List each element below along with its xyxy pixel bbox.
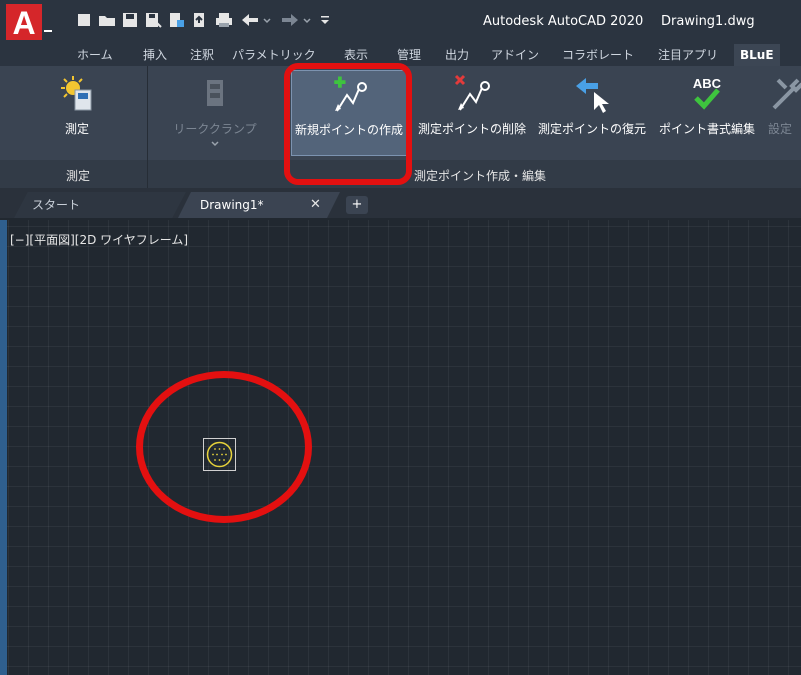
highlight-rectangle: [284, 63, 412, 185]
undo-icon[interactable]: [240, 12, 274, 28]
chevron-down-icon: [211, 141, 219, 147]
open-folder-icon[interactable]: [98, 12, 116, 28]
qat-menu-icon[interactable]: [318, 12, 332, 28]
panel-separator: [147, 66, 148, 188]
export-icon[interactable]: [167, 12, 185, 28]
leak-clamp-button-label: リーククランプ: [173, 122, 257, 136]
add-tab-icon[interactable]: +: [346, 196, 368, 214]
ribbon-tab-addins[interactable]: アドイン: [491, 44, 539, 66]
viewport-controls-label[interactable]: [−][平面図][2D ワイヤフレーム]: [10, 231, 188, 248]
settings-button[interactable]: 設定: [762, 70, 801, 156]
ribbon-tab-annotate[interactable]: 注釈: [190, 44, 214, 66]
ribbon-tab-featured[interactable]: 注目アプリ: [658, 44, 718, 66]
measure-button[interactable]: 測定: [40, 70, 114, 156]
delete-point-button[interactable]: 測定ポイントの削除: [414, 70, 530, 156]
ribbon-tab-output[interactable]: 出力: [445, 44, 469, 66]
point-format-edit-button-label: ポイント書式編集: [658, 122, 755, 136]
ribbon-tab-insert[interactable]: 挿入: [143, 44, 167, 66]
close-tab-icon[interactable]: ✕: [310, 197, 321, 212]
tools-icon: [772, 78, 801, 110]
delete-point-button-label: 測定ポイントの削除: [417, 122, 526, 136]
settings-button-label: 設定: [768, 122, 793, 136]
tab-start[interactable]: スタート: [14, 192, 186, 218]
restore-point-icon: [576, 78, 609, 113]
autocad-logo-icon[interactable]: A: [6, 4, 56, 40]
redo-icon[interactable]: [280, 12, 314, 28]
title-bar: A Autodesk AutoCAD 2020 Drawing1.dwg: [0, 0, 801, 44]
ribbon-tab-home[interactable]: ホーム: [77, 44, 113, 66]
panel-title-point-edit: 測定ポイント作成・編集: [414, 169, 547, 183]
measure-button-label: 測定: [64, 122, 89, 136]
file-name: Drawing1.dwg: [661, 14, 755, 29]
abc-check-icon: ABC: [693, 76, 722, 110]
print-icon[interactable]: [215, 12, 233, 28]
svg-text:A: A: [12, 5, 35, 40]
window-title: Autodesk AutoCAD 2020: [483, 14, 644, 29]
delete-point-icon: [454, 74, 490, 111]
leak-clamp-icon: [207, 80, 223, 106]
highlight-circle: [136, 371, 312, 523]
restore-point-button-label: 測定ポイントの復元: [537, 122, 646, 136]
panel-title-measure: 測定: [66, 169, 91, 183]
ribbon-tab-blue[interactable]: BLuE: [734, 44, 780, 66]
leak-clamp-button[interactable]: リーククランプ: [163, 70, 267, 156]
save-icon[interactable]: [121, 12, 139, 28]
point-format-edit-button[interactable]: ABC ポイント書式編集: [654, 70, 760, 156]
restore-point-button[interactable]: 測定ポイントの復元: [534, 70, 650, 156]
save-as-icon[interactable]: [144, 12, 162, 28]
canvas-left-edge: [0, 220, 7, 675]
ribbon-tab-collaborate[interactable]: コラボレート: [562, 44, 634, 66]
share-icon[interactable]: [190, 12, 208, 28]
drawing-canvas[interactable]: [0, 220, 801, 675]
measure-icon: [61, 76, 92, 111]
svg-text:ABC: ABC: [693, 76, 722, 91]
new-file-icon[interactable]: [75, 12, 93, 28]
